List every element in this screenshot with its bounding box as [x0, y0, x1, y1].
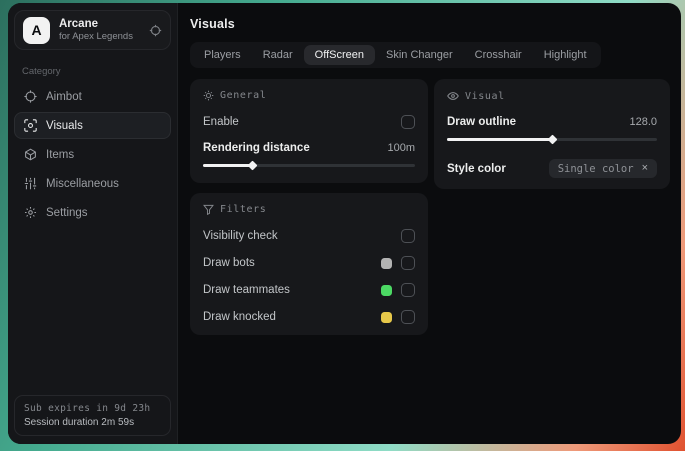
style-color-label: Style color: [447, 162, 506, 175]
draw-outline-slider[interactable]: [447, 132, 657, 146]
slider-thumb[interactable]: [547, 134, 558, 144]
draw-knocked-checkbox[interactable]: [401, 310, 415, 324]
style-color-row: Style color Single color ×: [447, 159, 657, 178]
sun-icon: [203, 90, 214, 101]
draw-outline-row: Draw outline 128.0: [447, 116, 657, 128]
app-window: A Arcane for Apex Legends Category Aimbo…: [8, 3, 681, 444]
draw-teammates-checkbox[interactable]: [401, 283, 415, 297]
app-logo: A: [23, 16, 50, 44]
enable-checkbox[interactable]: [401, 115, 415, 129]
sidebar-item-label: Items: [46, 148, 75, 161]
filters-section-title: Filters: [220, 204, 267, 215]
sidebar-item-label: Settings: [46, 206, 88, 219]
draw-bots-checkbox[interactable]: [401, 256, 415, 270]
sidebar-item-aimbot[interactable]: Aimbot: [14, 83, 171, 110]
visual-card: Visual Draw outline 128.0 Style color Si…: [434, 79, 670, 189]
visibility-check-checkbox[interactable]: [401, 229, 415, 243]
draw-knocked-label: Draw knocked: [203, 311, 276, 323]
draw-teammates-color-swatch[interactable]: [381, 284, 392, 296]
subscription-info: Sub expires in 9d 23h Session duration 2…: [14, 395, 171, 436]
rendering-distance-label: Rendering distance: [203, 142, 310, 154]
style-color-value: Single color: [557, 162, 634, 175]
visibility-check-row: Visibility check: [203, 229, 415, 243]
gear-icon: [23, 206, 37, 219]
filters-card: Filters Visibility check Draw bots Draw …: [190, 193, 428, 335]
main-content: Visuals Players Radar OffScreen Skin Cha…: [178, 3, 681, 444]
draw-outline-label: Draw outline: [447, 116, 517, 128]
category-label: Category: [22, 66, 61, 77]
slider-thumb[interactable]: [247, 160, 258, 170]
style-color-select[interactable]: Single color ×: [548, 159, 657, 178]
session-duration-text: Session duration 2m 59s: [24, 417, 135, 428]
rendering-distance-value: 100m: [387, 142, 415, 154]
sidebar-item-visuals[interactable]: Visuals: [14, 112, 171, 139]
draw-teammates-label: Draw teammates: [203, 284, 290, 296]
visuals-tabbar: Players Radar OffScreen Skin Changer Cro…: [190, 42, 601, 68]
tab-highlight[interactable]: Highlight: [533, 45, 598, 65]
funnel-icon: [203, 204, 214, 215]
visual-section-title: Visual: [465, 90, 505, 102]
tab-skin-changer[interactable]: Skin Changer: [375, 45, 464, 65]
enable-row: Enable: [203, 115, 415, 129]
draw-teammates-row: Draw teammates: [203, 283, 415, 297]
sidebar-item-miscellaneous[interactable]: Miscellaneous: [14, 170, 171, 197]
crosshair-icon: [23, 90, 37, 103]
draw-bots-label: Draw bots: [203, 257, 255, 269]
logo-card: A Arcane for Apex Legends: [14, 10, 171, 50]
sidebar-item-label: Aimbot: [46, 90, 82, 103]
draw-knocked-color-swatch[interactable]: [381, 311, 392, 323]
target-icon[interactable]: [149, 24, 162, 37]
app-subtitle: for Apex Legends: [59, 31, 133, 42]
enable-label: Enable: [203, 116, 239, 128]
general-card: General Enable Rendering distance 100m: [190, 79, 428, 183]
sub-expiry-text: Sub expires in 9d 23h: [24, 403, 151, 414]
page-title: Visuals: [190, 17, 235, 31]
tab-radar[interactable]: Radar: [252, 45, 304, 65]
cube-icon: [23, 148, 37, 161]
tab-players[interactable]: Players: [193, 45, 252, 65]
eye-scan-icon: [23, 119, 37, 132]
sidebar-item-items[interactable]: Items: [14, 141, 171, 168]
rendering-distance-row: Rendering distance 100m: [203, 142, 415, 154]
draw-knocked-row: Draw knocked: [203, 310, 415, 324]
sidebar-item-label: Visuals: [46, 119, 83, 132]
tab-offscreen[interactable]: OffScreen: [303, 45, 375, 65]
sidebar: A Arcane for Apex Legends Category Aimbo…: [8, 3, 178, 444]
sidebar-nav: Aimbot Visuals Items Miscellaneous Setti…: [14, 83, 171, 226]
clear-icon[interactable]: ×: [642, 163, 648, 174]
draw-outline-value: 128.0: [629, 116, 657, 128]
sliders-icon: [23, 177, 37, 190]
draw-bots-color-swatch[interactable]: [381, 257, 392, 269]
sidebar-item-label: Miscellaneous: [46, 177, 119, 190]
sidebar-item-settings[interactable]: Settings: [14, 199, 171, 226]
eye-icon: [447, 90, 459, 102]
tab-crosshair[interactable]: Crosshair: [464, 45, 533, 65]
app-title: Arcane: [59, 18, 98, 30]
general-section-title: General: [220, 90, 267, 101]
visibility-check-label: Visibility check: [203, 230, 278, 242]
rendering-distance-slider[interactable]: [203, 158, 415, 172]
draw-bots-row: Draw bots: [203, 256, 415, 270]
